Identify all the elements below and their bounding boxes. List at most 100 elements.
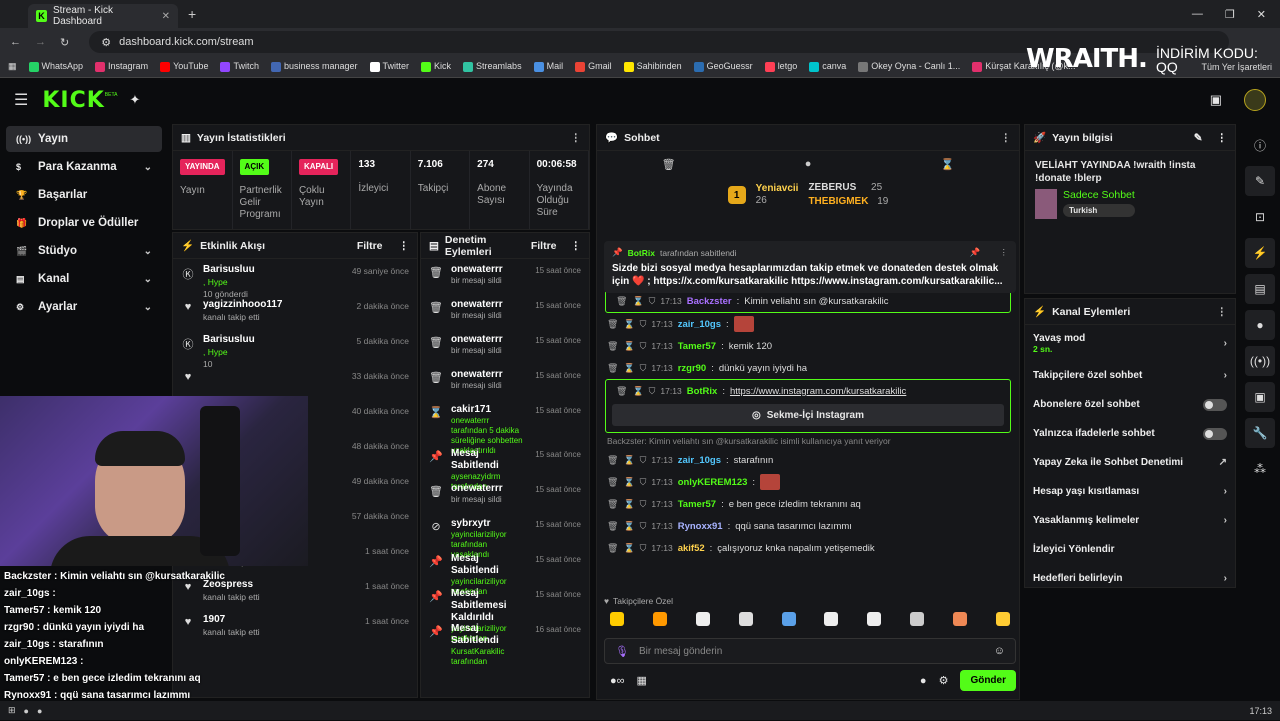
trash-icon[interactable]: 🗑: [607, 521, 618, 532]
shield-icon[interactable]: ⛉: [649, 296, 656, 307]
site-info-icon[interactable]: ⚙: [101, 36, 111, 49]
emote-button[interactable]: [867, 612, 882, 626]
emote-button[interactable]: [610, 612, 624, 626]
mic-icon[interactable]: 🎙: [615, 645, 629, 658]
mod-menu-icon[interactable]: ⋮: [571, 240, 582, 252]
message-user[interactable]: rzgr90: [678, 363, 707, 374]
hourglass-icon[interactable]: ⌛: [632, 386, 643, 397]
message-user[interactable]: Tamer57: [678, 341, 716, 352]
edit-icon[interactable]: ✎: [1194, 132, 1203, 144]
toggle-switch[interactable]: [1203, 398, 1227, 411]
channel-action[interactable]: Yasaklanmış kelimeler ›: [1025, 506, 1235, 535]
shield-icon[interactable]: ⛉: [640, 521, 647, 532]
hourglass-icon[interactable]: ⌛: [623, 319, 634, 330]
close-window-icon[interactable]: ✕: [1257, 8, 1266, 21]
studio-icon[interactable]: ▣: [1210, 92, 1222, 108]
hourglass-icon[interactable]: ⌛: [623, 521, 634, 532]
channel-action[interactable]: Yalnızca ifadelerle sohbet: [1025, 419, 1235, 448]
trash-icon[interactable]: 🗑: [616, 296, 627, 307]
message-user[interactable]: Tamer57: [678, 499, 716, 510]
hourglass-icon[interactable]: ⌛: [632, 296, 643, 307]
channel-action[interactable]: Hesap yaşı kısıtlaması ›: [1025, 477, 1235, 506]
event-user[interactable]: Barisusluu: [203, 264, 255, 275]
emote-button[interactable]: [953, 612, 967, 626]
unpin-icon[interactable]: 📌: [970, 247, 981, 258]
emote-button[interactable]: [781, 612, 796, 626]
trash-icon[interactable]: 🗑: [662, 158, 676, 171]
info-icon[interactable]: ⓘ: [1245, 130, 1275, 160]
message-input[interactable]: 🎙 Bir mesaj gönderin ☺: [604, 638, 1016, 664]
app-icon[interactable]: ●: [37, 706, 42, 716]
sidebar-item-4[interactable]: 🎬 Stüdyo ⌄: [6, 238, 162, 264]
bookmark[interactable]: business manager: [270, 61, 358, 72]
emote-button[interactable]: [995, 612, 1010, 626]
trash-icon[interactable]: 🗑: [607, 363, 618, 374]
sidebar-item-5[interactable]: ▤ Kanal ⌄: [6, 266, 162, 292]
channel-action[interactable]: Yavaş mod 2 sn. ›: [1025, 325, 1235, 361]
broadcast-icon[interactable]: ((•)): [1245, 346, 1275, 376]
channel-action[interactable]: İzleyici Yönlendir: [1025, 535, 1235, 564]
lightning-icon[interactable]: ⚡: [1245, 238, 1275, 268]
emote-button[interactable]: [910, 612, 925, 626]
emote-button[interactable]: [695, 612, 710, 626]
bookmark[interactable]: Sahibinden: [623, 61, 682, 72]
trash-icon[interactable]: 🗑: [607, 477, 618, 488]
trash-icon[interactable]: 🗑: [607, 543, 618, 554]
browser-tab[interactable]: K Stream - Kick Dashboard ✕: [28, 4, 178, 28]
message-link[interactable]: https://www.instagram.com/kursatkarakili…: [730, 386, 906, 397]
category-thumbnail[interactable]: [1035, 189, 1057, 219]
sidebar-item-2[interactable]: 🏆 Başarılar: [6, 182, 162, 208]
apps-icon[interactable]: ▦: [8, 61, 17, 72]
points-icon[interactable]: ●∞: [610, 675, 625, 687]
back-icon[interactable]: ←: [10, 36, 21, 48]
stats-menu-icon[interactable]: ⋮: [571, 132, 582, 144]
shop-icon[interactable]: ▦: [637, 674, 647, 687]
sidebar-item-3[interactable]: 🎁 Droplar ve Ödüller: [6, 210, 162, 236]
shield-icon[interactable]: ⛉: [640, 341, 647, 352]
forward-icon[interactable]: →: [35, 36, 46, 48]
send-button[interactable]: Gönder: [960, 670, 1016, 691]
shield-icon[interactable]: ⛉: [640, 477, 647, 488]
layout-icon[interactable]: ▣: [1245, 382, 1275, 412]
emote-button[interactable]: [652, 612, 667, 626]
bookmark[interactable]: canva: [809, 61, 846, 72]
chat-bubble-icon[interactable]: ●: [920, 675, 927, 687]
shield-icon[interactable]: ⛉: [640, 363, 647, 374]
streaminfo-menu-icon[interactable]: ⋮: [1217, 132, 1228, 144]
category-link[interactable]: Sadece Sohbet: [1063, 189, 1135, 201]
menu-icon[interactable]: ☰: [14, 90, 28, 110]
start-icon[interactable]: ⊞: [8, 705, 16, 716]
chat-icon[interactable]: ●: [1245, 310, 1275, 340]
trash-icon[interactable]: 🗑: [607, 455, 618, 466]
kick-logo[interactable]: KICK: [42, 88, 104, 113]
message-user[interactable]: zair_10gs: [678, 455, 721, 466]
message-user[interactable]: Rynoxx91: [678, 521, 723, 532]
message-user[interactable]: onlyKEREM123: [678, 477, 748, 488]
avatar[interactable]: [1244, 89, 1266, 111]
sidebar-item-0[interactable]: ((•)) Yayın: [6, 126, 162, 152]
trash-icon[interactable]: 🗑: [607, 341, 618, 352]
message-user[interactable]: akif52: [678, 543, 705, 554]
bookmark[interactable]: GeoGuessr: [693, 61, 753, 72]
bookmark[interactable]: YouTube: [160, 61, 208, 72]
event-filter-button[interactable]: Filtre: [357, 240, 383, 252]
hourglass-icon[interactable]: ⌛: [941, 158, 955, 171]
bookmark[interactable]: Twitch: [220, 61, 259, 72]
pin-menu-icon[interactable]: ⋮: [1000, 247, 1009, 258]
trash-icon[interactable]: 🗑: [607, 499, 618, 510]
event-user[interactable]: yagizzinhooo117: [203, 299, 282, 310]
document-icon[interactable]: ▤: [1245, 274, 1275, 304]
bookmark[interactable]: Kick: [421, 61, 451, 72]
shield-icon[interactable]: ⛉: [649, 386, 656, 397]
shield-icon[interactable]: ⛉: [640, 319, 647, 330]
app-icon[interactable]: ●: [24, 706, 29, 716]
target-icon[interactable]: ⊡: [1245, 202, 1275, 232]
mod-filter-button[interactable]: Filtre: [531, 240, 557, 252]
event-menu-icon[interactable]: ⋮: [399, 240, 410, 252]
trash-icon[interactable]: 🗑: [616, 386, 627, 397]
hourglass-icon[interactable]: ⌛: [623, 477, 634, 488]
hourglass-icon[interactable]: ⌛: [623, 543, 634, 554]
close-tab-icon[interactable]: ✕: [162, 11, 170, 22]
shield-icon[interactable]: ⛉: [640, 543, 647, 554]
apps-icon[interactable]: ⁂: [1245, 454, 1275, 484]
